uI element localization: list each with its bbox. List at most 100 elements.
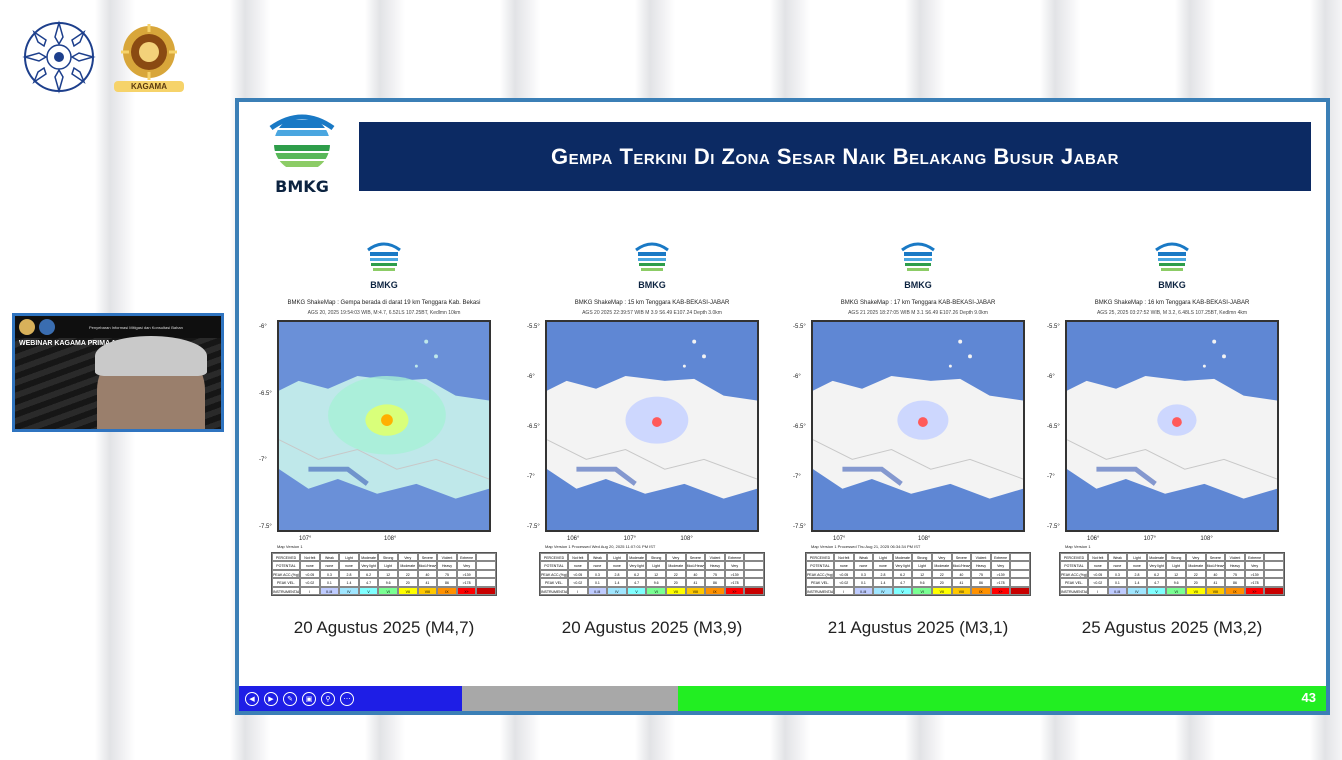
latitude-label: -7.5° <box>527 524 540 530</box>
webcam-feed[interactable]: Penyebaran Informasi Mitigasi dan Konsul… <box>12 313 224 432</box>
legend-cell <box>1264 578 1284 587</box>
legend-cell <box>1264 569 1284 579</box>
earthquake-date-label: 21 Agustus 2025 (M3,1) <box>827 618 1009 637</box>
legend-cell: II-III <box>853 586 874 595</box>
legend-cell: 12 <box>1166 569 1186 579</box>
shakemap-image <box>545 320 759 532</box>
legend-cell: 41 <box>685 578 706 587</box>
legend-cell: 41 <box>417 578 438 587</box>
legend-row-label: POTENTIAL DAMAGE <box>272 561 300 570</box>
kagama-emblem-icon: KAGAMA <box>112 20 186 94</box>
legend-cell: Mod./Heavy <box>685 561 706 570</box>
legend-cell: 86 <box>437 578 457 587</box>
legend-cell <box>744 561 764 570</box>
legend-cell: 2.8 <box>1127 569 1147 579</box>
legend-cell: IX <box>437 586 457 595</box>
legend-cell: Mod./Heavy <box>951 561 972 570</box>
slide-title: Gempa Terkini Di Zona Sesar Naik Belakan… <box>551 143 1119 169</box>
legend-cell <box>476 586 496 595</box>
shakemap-card: BMKG BMKG ShakeMap : 17 km Tenggara KAB-… <box>793 234 1043 604</box>
legend-cell: Heavy <box>705 561 725 570</box>
legend-cell: 86 <box>971 578 991 587</box>
legend-row-label: POTENTIAL DAMAGE <box>806 561 834 570</box>
legend-cell: Weak <box>319 553 340 562</box>
legend-cell: none <box>568 561 588 570</box>
longitude-label: 107° <box>623 536 637 542</box>
bmkg-small-logo-icon: BMKG <box>630 240 674 290</box>
shakemap-subcaption: AGS 25, 2025 03:27:52 WIB, M 3.2, 6.48LS… <box>1096 310 1248 316</box>
legend-cell: none <box>873 561 893 570</box>
legend-cell: IV <box>607 586 627 595</box>
latitude-label: -7° <box>1047 474 1055 480</box>
latitude-label: -5.5° <box>793 324 806 330</box>
legend-cell: none <box>607 561 627 570</box>
legend-cell: Extreme <box>456 553 477 562</box>
legend-cell: VI <box>1166 586 1186 595</box>
legend-cell: Very Heavy <box>724 561 745 570</box>
legend-cell: 22 <box>932 569 952 579</box>
legend-cell: 6.2 <box>358 569 379 579</box>
legend-cell: 1.4 <box>607 578 627 587</box>
legend-cell: Violent <box>437 553 457 562</box>
next-icon[interactable]: ▶ <box>264 691 278 706</box>
legend-cell: V <box>358 586 379 595</box>
pen-icon[interactable]: ✎ <box>283 691 297 706</box>
legend-cell: 20 <box>666 578 686 587</box>
legend-cell: X+ <box>456 586 477 595</box>
legend-cell <box>1010 569 1030 579</box>
legend-cell: <0.05 <box>568 569 588 579</box>
legend-cell: Severe <box>1205 553 1226 562</box>
legend-cell: 86 <box>1225 578 1245 587</box>
legend-cell: Very light <box>626 561 647 570</box>
legend-cell: Weak <box>1107 553 1128 562</box>
legend-cell: 40 <box>417 569 438 579</box>
legend-cell: none <box>319 561 340 570</box>
legend-cell: 12 <box>912 569 932 579</box>
bmkg-small-logo-text: BMKG <box>370 280 398 290</box>
bmkg-small-logo-icon: BMKG <box>896 240 940 290</box>
legend-cell: Severe <box>417 553 438 562</box>
legend-cell: I <box>834 586 854 595</box>
kagama-label: KAGAMA <box>114 81 184 92</box>
more-icon[interactable]: ⋯ <box>340 691 354 706</box>
zoom-icon[interactable]: ⚲ <box>321 691 335 706</box>
legend-cell: Moderate <box>932 561 952 570</box>
legend-cell <box>744 586 764 595</box>
legend-cell: Light <box>873 553 893 562</box>
legend-cell: VII <box>932 586 952 595</box>
legend-cell: Very Heavy <box>990 561 1011 570</box>
legend-cell: <0.02 <box>568 578 588 587</box>
legend-cell: Very Heavy <box>1244 561 1265 570</box>
legend-cell: Light <box>1127 553 1147 562</box>
prev-icon[interactable]: ◀ <box>245 691 259 706</box>
latitude-label: -6° <box>259 324 267 330</box>
legend-cell: IV <box>339 586 359 595</box>
legend-cell: II-III <box>1107 586 1128 595</box>
presenter-hair <box>95 336 207 376</box>
bmkg-small-logo-icon: BMKG <box>362 240 406 290</box>
legend-cell <box>1264 553 1284 562</box>
map-version: Map Version 1 Processed Thu Aug 21, 2025… <box>811 544 921 549</box>
legend-cell <box>1010 578 1030 587</box>
legend-cell: Severe <box>685 553 706 562</box>
longitude-label: 108° <box>680 536 693 542</box>
shakemap-card: BMKG BMKG ShakeMap : Gempa berada di dar… <box>259 234 509 604</box>
legend-cell: Very light <box>1146 561 1167 570</box>
shakemap-card: BMKG BMKG ShakeMap : 15 km Tenggara KAB-… <box>527 234 777 604</box>
latitude-label: -6° <box>793 374 801 380</box>
shakemap-caption: BMKG ShakeMap : 17 km Tenggara KAB-BEKAS… <box>840 300 996 306</box>
latitude-label: -6.5° <box>793 424 806 430</box>
legend-cell: X+ <box>724 586 745 595</box>
shakemap-caption: BMKG ShakeMap : 15 km Tenggara KAB-BEKAS… <box>574 300 730 306</box>
legend-row-label: PERCEIVED SHAKING <box>1060 553 1088 562</box>
legend-cell: >139 <box>1244 569 1265 579</box>
legend-cell <box>744 569 764 579</box>
legend-cell: I <box>568 586 588 595</box>
legend-cell: Not felt <box>834 553 854 562</box>
legend-cell: VII <box>666 586 686 595</box>
top-logos: KAGAMA <box>22 20 186 94</box>
legend-cell: Moderate <box>626 553 647 562</box>
legend-cell: Violent <box>705 553 725 562</box>
pages-icon[interactable]: ▣ <box>302 691 316 706</box>
shakemap-image <box>277 320 491 532</box>
